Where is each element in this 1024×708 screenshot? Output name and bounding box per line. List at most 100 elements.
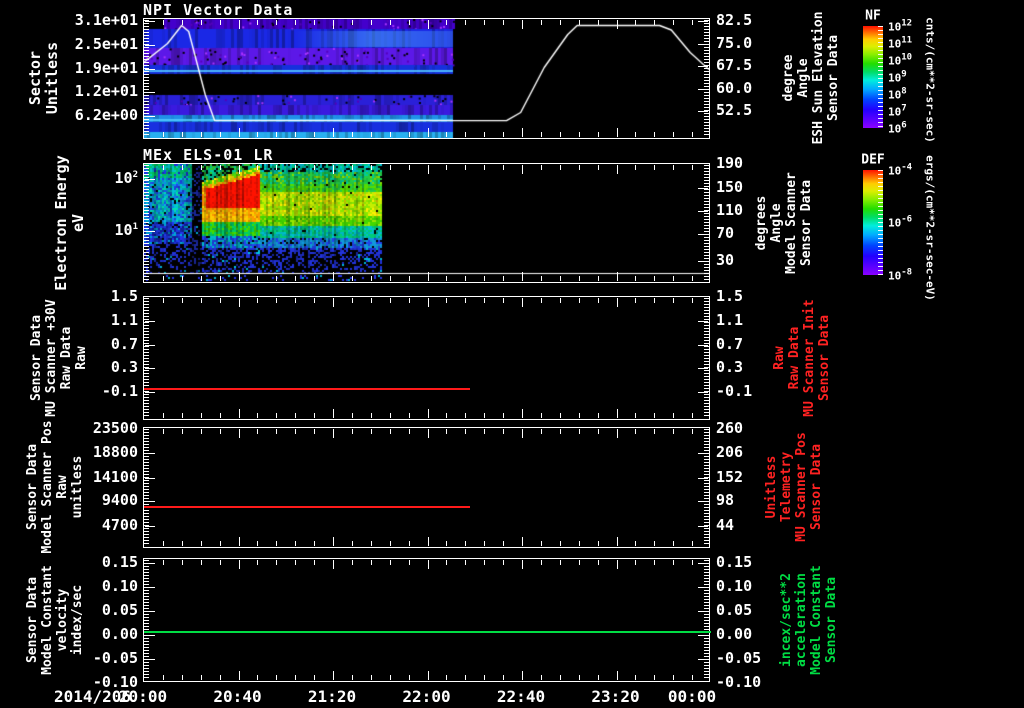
x-tick <box>163 541 164 546</box>
x-tick <box>276 276 277 281</box>
x-tick <box>465 413 466 418</box>
x-tick <box>654 541 655 546</box>
x-tick <box>617 560 618 569</box>
x-tick <box>352 429 353 434</box>
y-major-tick <box>698 392 708 393</box>
y-tick-label-right: 67.5 <box>716 56 753 74</box>
x-tick <box>390 429 391 434</box>
x-tick <box>484 132 485 137</box>
x-tick <box>428 128 429 137</box>
x-tick <box>541 20 542 25</box>
x-tick <box>692 276 693 281</box>
x-tick <box>692 132 693 137</box>
y-major-tick <box>145 478 155 479</box>
x-tick <box>276 560 277 565</box>
x-tick <box>428 409 429 418</box>
x-tick <box>446 675 447 680</box>
x-tick <box>239 671 240 680</box>
x-tick <box>220 675 221 680</box>
x-tick <box>692 560 693 565</box>
x-tick <box>635 560 636 565</box>
x-tick <box>635 20 636 25</box>
x-tick <box>352 276 353 281</box>
x-tick <box>295 675 296 680</box>
y-tick-label-left: 2.5e+01 <box>74 35 138 53</box>
y-major-tick <box>698 611 708 612</box>
x-tick <box>522 671 523 680</box>
x-tick <box>673 132 674 137</box>
x-tick <box>390 675 391 680</box>
x-tick <box>635 276 636 281</box>
panel-mu30v-right-axis-label: Raw Raw Data MU Scanner Init Sensor Data <box>772 299 832 417</box>
x-tick <box>201 560 202 565</box>
y-tick-label-right: -0.1 <box>716 382 753 400</box>
x-tick <box>409 560 410 565</box>
x-tick <box>522 272 523 281</box>
x-tick <box>522 298 523 307</box>
x-tick <box>257 20 258 25</box>
x-tick <box>598 165 599 170</box>
colorbar-def-units: ergs/(cm**2-sr-sec-eV) <box>923 155 937 301</box>
y-major-tick <box>145 611 155 612</box>
y-major-tick <box>698 211 708 212</box>
x-tick <box>333 409 334 418</box>
x-tick <box>673 413 674 418</box>
y-tick-label-right: 44 <box>716 516 735 534</box>
x-tick <box>314 276 315 281</box>
y-major-tick <box>145 563 155 564</box>
x-axis-tick-label: 20:40 <box>213 687 262 706</box>
colorbar-def <box>863 170 883 275</box>
x-tick <box>484 560 485 565</box>
x-tick <box>201 413 202 418</box>
colorbar-tick-label: 1012 <box>888 18 913 34</box>
x-tick <box>239 272 240 281</box>
x-tick <box>314 132 315 137</box>
x-tick <box>182 132 183 137</box>
x-tick <box>295 541 296 546</box>
colorbar-tick-label: 1010 <box>888 52 913 68</box>
x-tick <box>390 20 391 25</box>
panel-scannerpos-plot-frame <box>143 427 710 548</box>
x-tick <box>239 429 240 438</box>
x-tick <box>201 20 202 25</box>
x-tick <box>239 560 240 569</box>
x-tick <box>220 413 221 418</box>
y-tick-label-left: 9400 <box>101 491 138 509</box>
x-tick <box>276 298 277 303</box>
x-tick <box>182 298 183 303</box>
figure: NPI Vector Data Sector Unitless degree A… <box>0 0 1024 708</box>
x-tick <box>333 671 334 680</box>
x-tick <box>654 20 655 25</box>
x-tick <box>654 132 655 137</box>
x-tick <box>295 429 296 434</box>
y-tick-label-left: 1.1 <box>110 311 138 329</box>
y-major-tick <box>145 635 155 636</box>
x-tick <box>617 409 618 418</box>
colorbar-tick-label: 108 <box>888 86 907 102</box>
x-tick <box>503 560 504 565</box>
x-tick <box>446 132 447 137</box>
x-tick <box>428 20 429 29</box>
y-tick-label-left: 1.5 <box>110 287 138 305</box>
y-tick-label-right: 0.05 <box>716 601 753 619</box>
x-tick <box>257 298 258 303</box>
colorbar-tick-label: 10-4 <box>888 162 913 178</box>
x-tick <box>182 541 183 546</box>
x-tick <box>163 298 164 303</box>
x-tick <box>541 541 542 546</box>
y-major-tick <box>698 21 708 22</box>
x-tick <box>503 413 504 418</box>
x-tick <box>333 537 334 546</box>
x-tick <box>239 165 240 174</box>
y-major-tick <box>698 635 708 636</box>
x-tick <box>390 413 391 418</box>
x-tick <box>484 413 485 418</box>
x-tick <box>654 429 655 434</box>
x-tick <box>446 413 447 418</box>
x-tick <box>163 675 164 680</box>
y-major-tick <box>698 188 708 189</box>
x-tick <box>163 165 164 170</box>
x-tick <box>257 675 258 680</box>
y-tick-label-right: 260 <box>716 419 744 437</box>
x-tick <box>371 276 372 281</box>
